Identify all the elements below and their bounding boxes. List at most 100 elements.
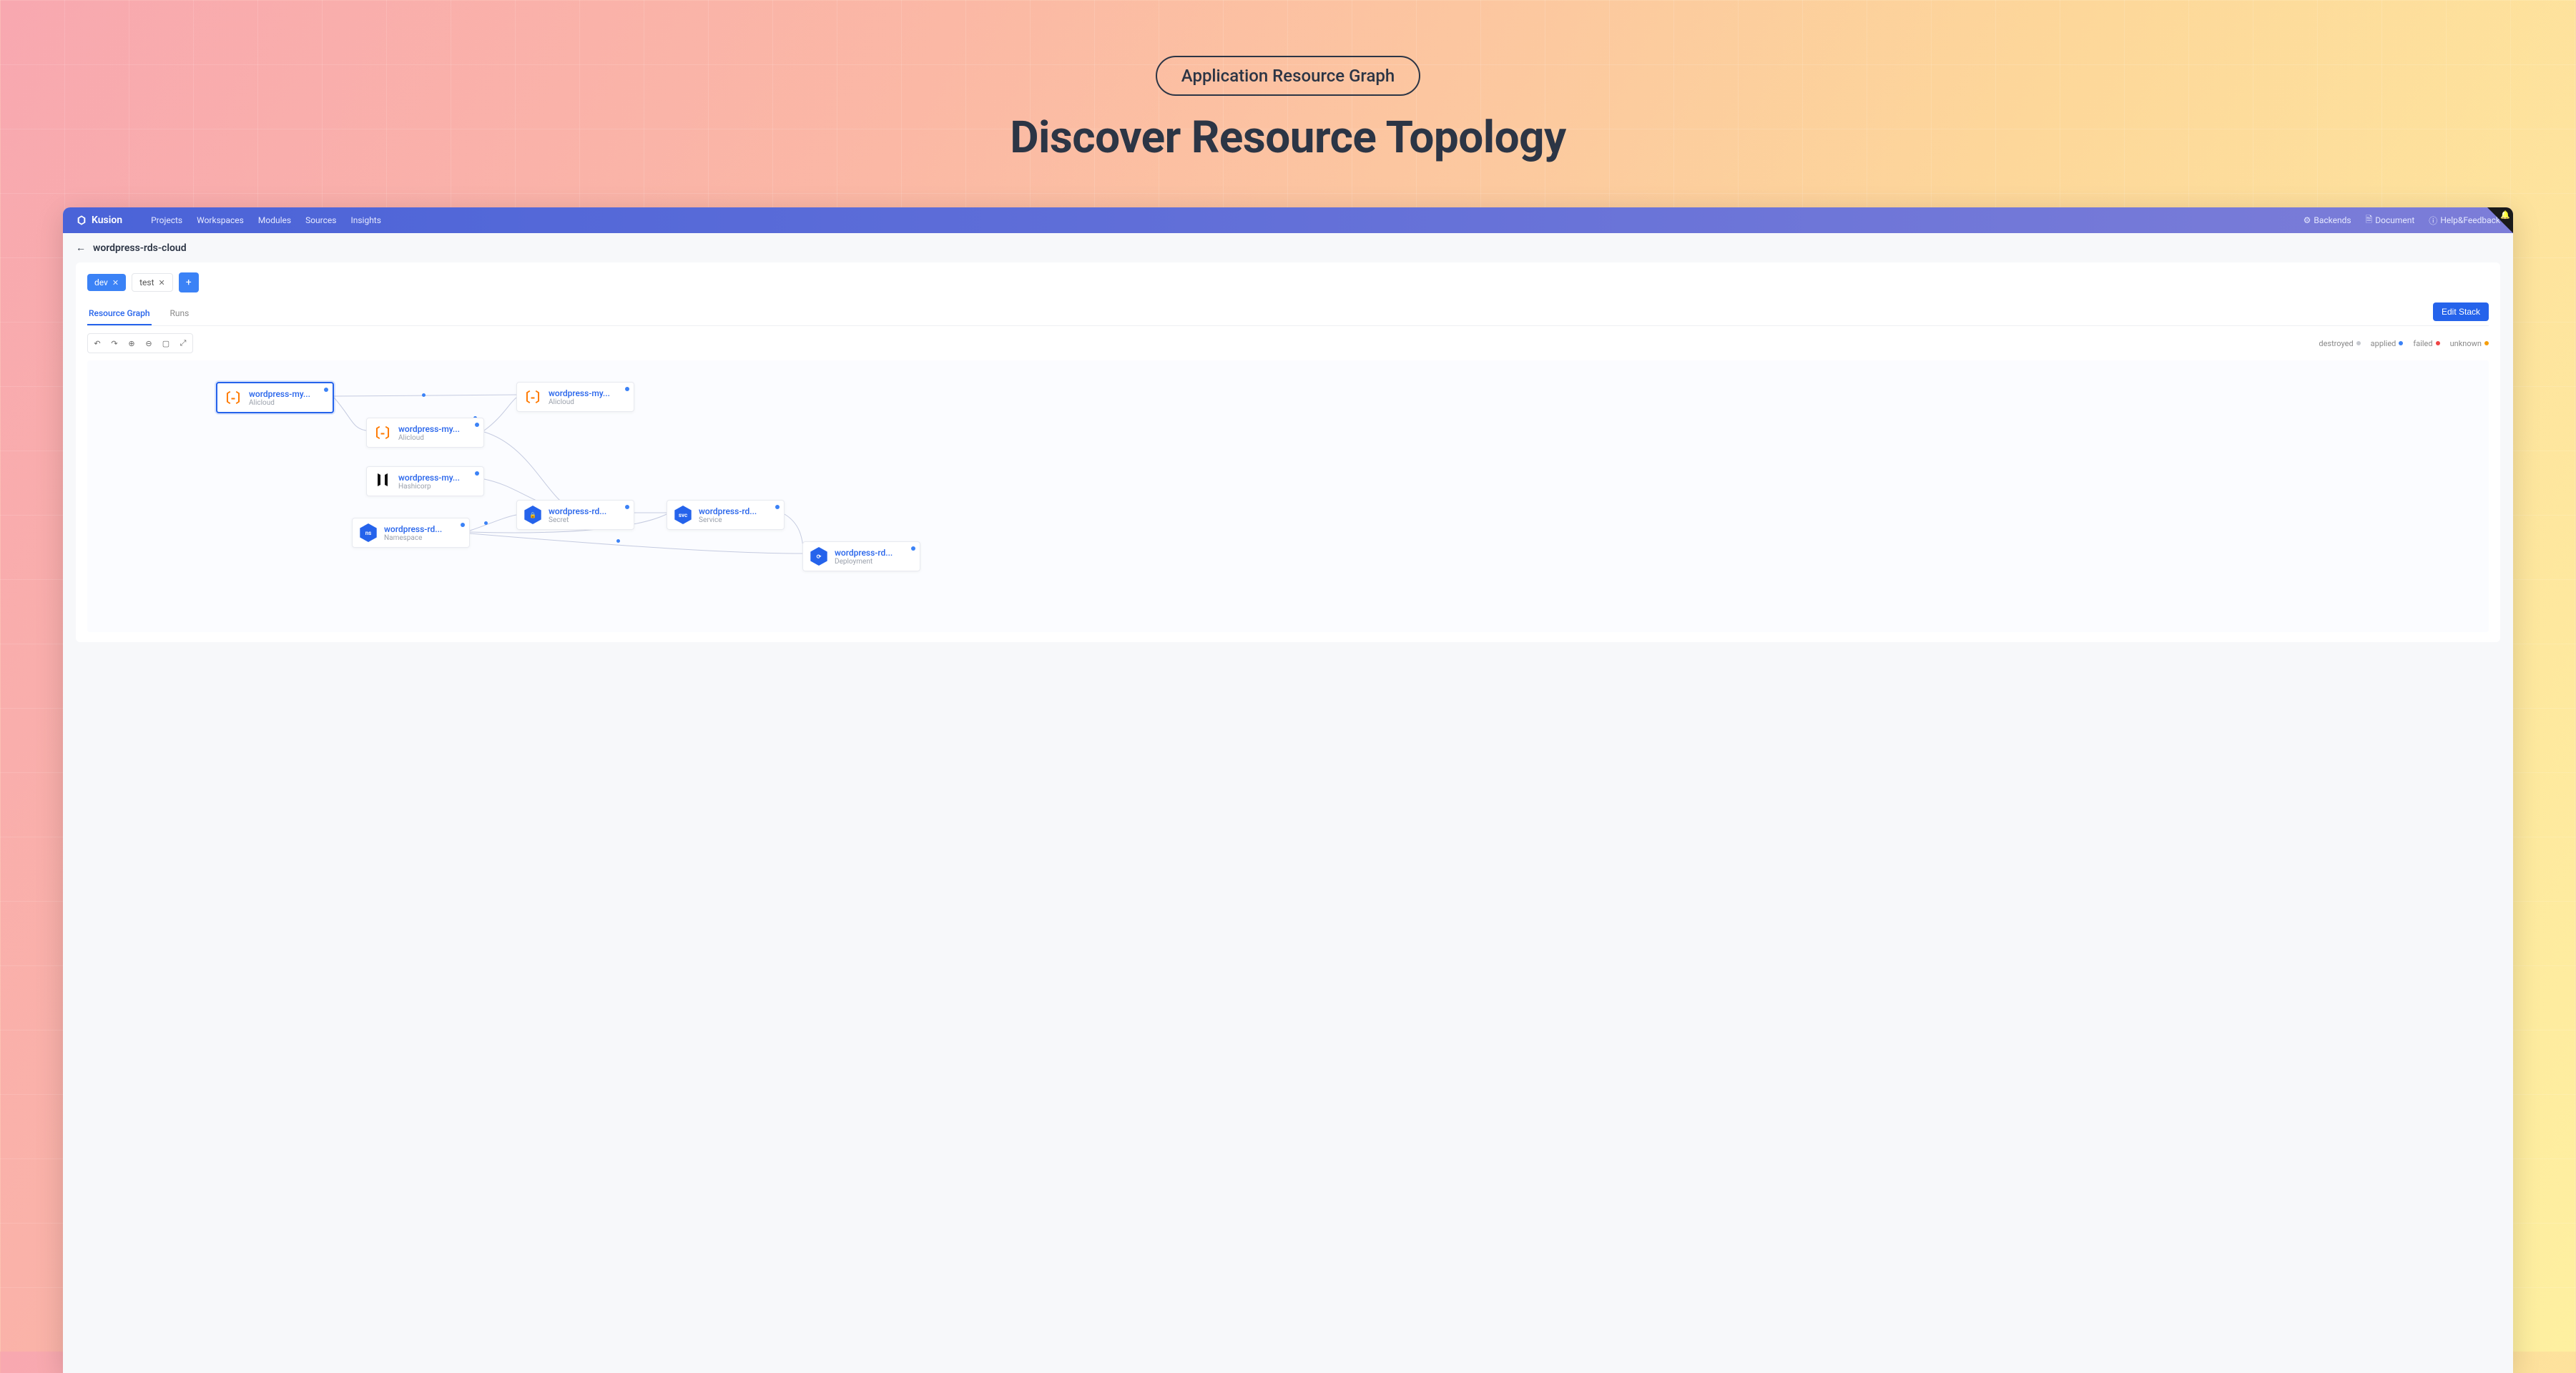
- node-subtitle: Deployment: [835, 558, 893, 566]
- node-subtitle: Service: [699, 516, 757, 524]
- deployment-icon: ⟳: [810, 547, 828, 566]
- app-window: Kusion Projects Workspaces Modules Sourc…: [63, 207, 2513, 1373]
- node-subtitle: Alicloud: [398, 434, 460, 442]
- node-status-dot: [625, 505, 629, 509]
- edge-point: [616, 539, 620, 543]
- node-status-dot: [775, 505, 780, 509]
- graph-canvas[interactable]: 〔-〕wordpress-my...Alicloud〔-〕wordpress-m…: [87, 360, 2489, 632]
- brand-name: Kusion: [92, 215, 122, 226]
- node-title: wordpress-rd...: [699, 506, 757, 516]
- alicloud-icon: 〔-〕: [217, 388, 248, 407]
- close-icon[interactable]: ✕: [159, 278, 165, 287]
- env-row: dev ✕ test ✕ +: [87, 272, 2489, 292]
- legend-failed: failed: [2413, 339, 2439, 348]
- alicloud-icon: 〔-〕: [517, 388, 548, 406]
- fullscreen-button[interactable]: ⤢: [175, 335, 191, 351]
- node-subtitle: Secret: [549, 516, 606, 524]
- graph-toolbar: ↶ ↷ ⊕ ⊖ ▢ ⤢ destroyed applied failed unk…: [87, 326, 2489, 360]
- hashicorp-icon: [374, 471, 391, 491]
- node-title: wordpress-my...: [398, 473, 460, 483]
- node-status-dot: [475, 471, 479, 476]
- node-icon: ns: [358, 523, 378, 543]
- node-icon: 〔-〕: [373, 423, 393, 443]
- legend-applied: applied: [2371, 339, 2404, 348]
- node-subtitle: Hashicorp: [398, 483, 460, 491]
- main-nav: Projects Workspaces Modules Sources Insi…: [151, 215, 381, 225]
- node-title: wordpress-rd...: [549, 506, 606, 516]
- document-icon: 🗎: [2366, 213, 2373, 228]
- fit-screen-button[interactable]: ▢: [158, 335, 174, 351]
- undo-button[interactable]: ↶: [89, 335, 105, 351]
- nav-insights[interactable]: Insights: [350, 215, 380, 225]
- graph-edges: [87, 360, 2489, 632]
- node-subtitle: Namespace: [384, 534, 442, 542]
- brand-logo[interactable]: Kusion: [76, 215, 122, 226]
- page-title: wordpress-rds-cloud: [93, 242, 187, 254]
- namespace-icon: ns: [359, 523, 378, 542]
- nav-sources[interactable]: Sources: [305, 215, 336, 225]
- edge-point: [422, 393, 426, 397]
- edge-point: [484, 521, 488, 525]
- graph-node[interactable]: 🔒 wordpress-rd...Secret: [516, 500, 634, 530]
- content-card: dev ✕ test ✕ + Resource Graph Runs Edit …: [76, 262, 2500, 642]
- zoom-in-button[interactable]: ⊕: [124, 335, 139, 351]
- node-status-dot: [475, 423, 479, 427]
- secret-icon: 🔒: [523, 506, 542, 524]
- node-icon: 🔒: [523, 505, 543, 525]
- redo-button[interactable]: ↷: [107, 335, 122, 351]
- node-icon: [373, 471, 393, 491]
- node-title: wordpress-my...: [249, 389, 310, 399]
- env-tag-test[interactable]: test ✕: [132, 273, 173, 292]
- nav-workspaces[interactable]: Workspaces: [197, 215, 244, 225]
- graph-node[interactable]: ⟳ wordpress-rd...Deployment: [802, 541, 920, 571]
- add-env-button[interactable]: +: [179, 272, 199, 292]
- edit-stack-button[interactable]: Edit Stack: [2433, 302, 2489, 321]
- graph-node[interactable]: svc wordpress-rd...Service: [667, 500, 785, 530]
- node-status-dot: [461, 523, 465, 527]
- env-tag-dev[interactable]: dev ✕: [87, 274, 126, 291]
- graph-node[interactable]: 〔-〕 wordpress-my...Alicloud: [216, 382, 334, 413]
- nav-projects[interactable]: Projects: [151, 215, 182, 225]
- help-icon: ⓘ: [2429, 215, 2437, 227]
- topbar: Kusion Projects Workspaces Modules Sourc…: [63, 207, 2513, 233]
- node-icon: 〔-〕: [523, 387, 543, 407]
- tab-resource-graph[interactable]: Resource Graph: [87, 302, 152, 325]
- tabs-row: Resource Graph Runs Edit Stack: [87, 302, 2489, 326]
- legend-destroyed: destroyed: [2319, 339, 2360, 348]
- graph-node[interactable]: 〔-〕 wordpress-my...Alicloud: [516, 382, 634, 412]
- graph-node[interactable]: wordpress-my...Hashicorp: [366, 466, 484, 496]
- env-label: dev: [94, 277, 108, 287]
- nav-modules[interactable]: Modules: [258, 215, 291, 225]
- node-title: wordpress-rd...: [835, 548, 893, 558]
- service-icon: svc: [674, 506, 692, 524]
- back-button[interactable]: ←: [76, 242, 86, 254]
- brand-icon: [76, 215, 87, 226]
- legend-unknown: unknown: [2450, 339, 2489, 348]
- graph-node[interactable]: 〔-〕 wordpress-my...Alicloud: [366, 418, 484, 448]
- env-label: test: [139, 277, 154, 287]
- node-title: wordpress-rd...: [384, 524, 442, 534]
- close-icon[interactable]: ✕: [112, 278, 119, 287]
- node-title: wordpress-my...: [549, 388, 610, 398]
- link-backends[interactable]: ⚙Backends: [2304, 215, 2351, 225]
- node-subtitle: Alicloud: [549, 398, 610, 406]
- tab-runs[interactable]: Runs: [169, 302, 191, 325]
- status-legend: destroyed applied failed unknown: [2319, 339, 2489, 348]
- node-icon: svc: [673, 505, 693, 525]
- zoom-out-button[interactable]: ⊖: [141, 335, 157, 351]
- gear-icon: ⚙: [2304, 215, 2311, 225]
- node-status-dot: [911, 546, 915, 551]
- node-icon: 〔-〕: [223, 388, 243, 408]
- breadcrumb: ← wordpress-rds-cloud: [63, 233, 2513, 262]
- node-status-dot: [324, 388, 328, 392]
- notification-corner[interactable]: [2487, 207, 2513, 233]
- graph-node[interactable]: ns wordpress-rd...Namespace: [352, 518, 470, 548]
- node-title: wordpress-my...: [398, 424, 460, 434]
- alicloud-icon: 〔-〕: [367, 423, 398, 442]
- node-icon: ⟳: [809, 546, 829, 566]
- hero-pill: Application Resource Graph: [1156, 56, 1421, 96]
- node-subtitle: Alicloud: [249, 399, 310, 407]
- link-document[interactable]: 🗎Document: [2366, 213, 2415, 228]
- node-status-dot: [625, 387, 629, 391]
- hero-title: Discover Resource Topology: [0, 112, 2576, 164]
